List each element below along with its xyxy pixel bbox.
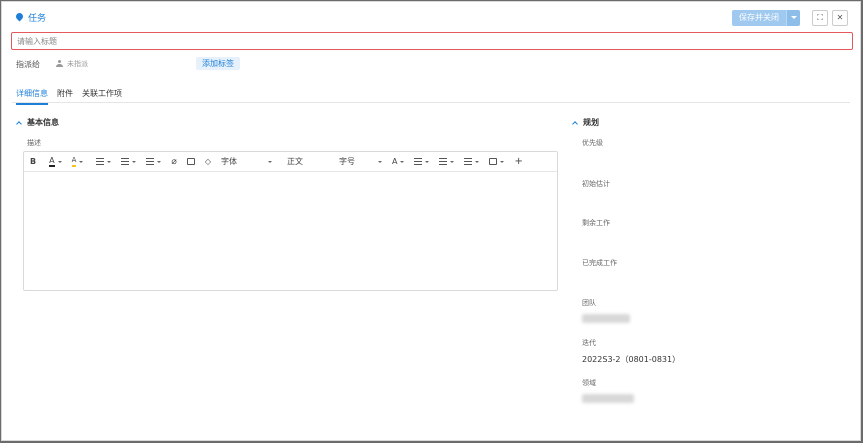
team-value-redacted[interactable]: [582, 314, 630, 323]
vertical-align-icon: [464, 158, 473, 165]
font-family-select[interactable]: 字体: [221, 152, 272, 172]
remaining-work-label: 剩余工作: [582, 219, 610, 227]
basic-info-section-toggle[interactable]: 基本信息: [16, 117, 59, 128]
iteration-label: 迭代: [582, 339, 596, 347]
work-item-type: 任务: [16, 11, 46, 24]
task-dialog: 任务 保存并关闭 ⛶ ✕ 指派给 未指派 添加标签 详细信息 附件 关联工作项 …: [1, 1, 861, 441]
chevron-down-icon: [450, 160, 455, 165]
highlight-button[interactable]: A: [71, 152, 84, 172]
description-editor-body[interactable]: [24, 172, 557, 290]
area-value-redacted[interactable]: [582, 394, 634, 403]
assign-to-label: 指派给: [16, 60, 40, 69]
text-style-icon: A: [391, 157, 398, 166]
ordered-list-button[interactable]: [96, 152, 112, 172]
paperclip-icon: ⌀: [171, 156, 177, 167]
bullet-list-button[interactable]: [121, 152, 137, 172]
chevron-down-icon: [475, 160, 480, 165]
add-tag-button[interactable]: 添加标签: [196, 57, 240, 70]
save-button-group: 保存并关闭: [732, 10, 800, 26]
assignee-selector[interactable]: 未指派: [56, 59, 88, 69]
eraser-icon: ◇: [204, 157, 211, 166]
bullet-list-icon: [121, 158, 130, 165]
font-color-button[interactable]: A: [49, 152, 62, 172]
remaining-work-field[interactable]: [580, 228, 850, 246]
vertical-align-button[interactable]: [464, 152, 480, 172]
dialog-header: 任务 保存并关闭 ⛶ ✕: [2, 2, 860, 32]
description-label: 描述: [27, 139, 41, 147]
user-icon: [56, 60, 63, 68]
align-icon: [146, 158, 155, 165]
planning-title: 规划: [583, 118, 599, 127]
work-item-type-label: 任务: [28, 14, 47, 24]
attachment-button[interactable]: ⌀: [171, 152, 176, 172]
tab-divider: [12, 102, 850, 103]
planning-section-toggle[interactable]: 规划: [572, 117, 599, 128]
save-options-dropdown-button[interactable]: [786, 10, 800, 26]
original-estimate-field[interactable]: [580, 189, 850, 207]
editor-toolbar: B A A ⌀ ◇ 字体 正文 字号 A +: [24, 152, 557, 172]
team-label: 团队: [582, 299, 596, 307]
bold-icon: B: [30, 157, 37, 166]
insert-button[interactable]: +: [514, 152, 522, 172]
description-editor: B A A ⌀ ◇ 字体 正文 字号 A +: [23, 151, 558, 291]
font-size-select[interactable]: 字号: [339, 152, 382, 172]
priority-field[interactable]: [580, 148, 850, 166]
font-color-icon: A: [49, 156, 55, 167]
font-size-label: 字号: [338, 157, 355, 166]
indent-icon: [489, 158, 498, 165]
clear-format-button[interactable]: ◇: [205, 152, 211, 172]
assignee-value: 未指派: [67, 60, 88, 68]
paragraph-spacing-icon: [439, 158, 448, 165]
expand-icon: ⛶: [817, 13, 823, 22]
line-height-icon: [414, 158, 423, 165]
iteration-value[interactable]: 2022S3-2（0801-0831）: [582, 354, 680, 365]
chevron-up-icon: [572, 120, 578, 126]
completed-work-field[interactable]: [580, 268, 850, 286]
indent-button[interactable]: [489, 152, 505, 172]
chevron-down-icon: [377, 160, 382, 165]
plus-icon: +: [514, 156, 523, 167]
chevron-down-icon: [79, 160, 84, 165]
text-style-button[interactable]: A: [391, 152, 405, 172]
chevron-down-icon: [400, 160, 405, 165]
bold-button[interactable]: B: [30, 152, 36, 172]
align-button[interactable]: [146, 152, 162, 172]
line-height-button[interactable]: [414, 152, 430, 172]
save-and-close-button[interactable]: 保存并关闭: [732, 10, 786, 26]
paragraph-spacing-button[interactable]: [439, 152, 455, 172]
basic-info-title: 基本信息: [27, 118, 59, 127]
original-estimate-label: 初始估计: [582, 180, 610, 188]
ordered-list-icon: [96, 158, 105, 165]
chevron-down-icon: [107, 160, 112, 165]
paragraph-style-select[interactable]: 正文: [287, 152, 321, 172]
close-icon: ✕: [836, 13, 844, 22]
close-button[interactable]: ✕: [832, 10, 848, 26]
priority-label: 优先级: [582, 139, 603, 147]
chevron-down-icon: [157, 160, 162, 165]
chevron-down-icon: [500, 160, 505, 165]
area-label: 领域: [582, 379, 596, 387]
expand-button[interactable]: ⛶: [812, 10, 828, 26]
title-input[interactable]: [11, 32, 853, 50]
image-icon: [186, 158, 195, 165]
chevron-down-icon: [132, 160, 137, 165]
chevron-up-icon: [16, 120, 22, 126]
completed-work-label: 已完成工作: [582, 259, 617, 267]
paragraph-style-label: 正文: [286, 157, 303, 166]
location-pin-icon: [16, 13, 23, 23]
font-family-label: 字体: [220, 157, 237, 166]
image-button[interactable]: [186, 152, 195, 172]
chevron-down-icon: [425, 160, 430, 165]
chevron-down-icon: [57, 160, 62, 165]
highlight-icon: A: [71, 156, 77, 167]
chevron-down-icon: [267, 160, 272, 165]
